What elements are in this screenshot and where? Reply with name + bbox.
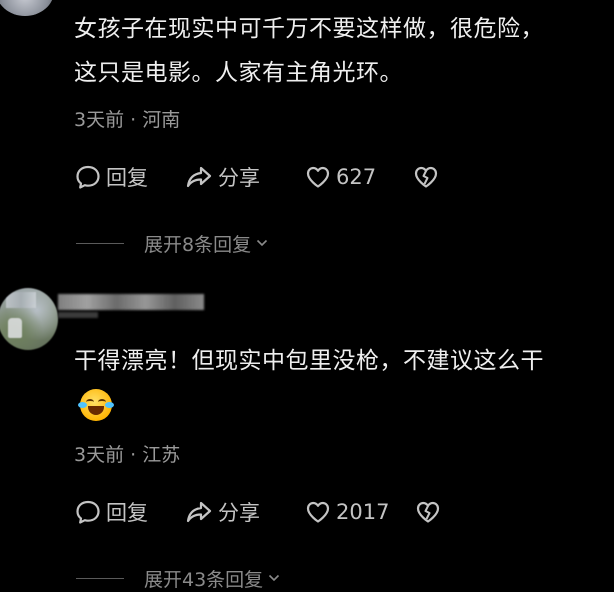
- avatar[interactable]: [0, 0, 54, 16]
- emoji-tear: [105, 402, 114, 408]
- dislike-button[interactable]: [414, 498, 446, 526]
- broken-heart-icon: [416, 501, 440, 523]
- expand-label: 展开43条回复: [144, 568, 264, 591]
- speech-bubble-icon: [76, 165, 100, 189]
- comment-text-line: 这只是电影。人家有主角光环。: [74, 60, 403, 86]
- comment-text-line: 干得漂亮！但现实中包里没枪，不建议这么干: [74, 348, 544, 374]
- emoji-mouth: [88, 406, 104, 415]
- heart-icon: [306, 166, 330, 188]
- comment-actions: 回复 分享 2017: [74, 495, 446, 529]
- avatar-image-detail: [6, 292, 36, 308]
- expand-replies-button[interactable]: 展开8条回复: [76, 230, 269, 256]
- speech-bubble-icon: [76, 500, 100, 524]
- reply-button[interactable]: 回复: [74, 162, 160, 192]
- heart-icon: [306, 501, 330, 523]
- expand-divider: [76, 577, 124, 579]
- share-button[interactable]: 分享: [184, 497, 280, 527]
- like-count: 627: [336, 165, 377, 189]
- reply-button[interactable]: 回复: [74, 497, 160, 527]
- username-redacted: [58, 312, 98, 318]
- laughing-emoji-icon: [78, 389, 114, 421]
- like-button[interactable]: 2017: [304, 498, 396, 526]
- emoji-eye: [86, 399, 94, 405]
- share-arrow-icon: [186, 501, 212, 523]
- share-arrow-icon: [186, 166, 212, 188]
- comment-meta: 3天前 · 河南: [74, 109, 181, 131]
- reply-label: 回复: [106, 501, 148, 525]
- broken-heart-icon: [414, 166, 438, 188]
- expand-replies-button[interactable]: 展开43条回复: [76, 565, 281, 591]
- reply-label: 回复: [106, 166, 148, 190]
- like-button[interactable]: 627: [304, 163, 384, 191]
- emoji-tear: [78, 402, 87, 408]
- dislike-button[interactable]: [412, 163, 444, 191]
- comment-meta: 3天前 · 江苏: [74, 444, 181, 466]
- username-redacted[interactable]: [58, 294, 204, 310]
- share-label: 分享: [218, 166, 260, 190]
- expand-label: 展开8条回复: [144, 233, 252, 256]
- comment-text-line: 女孩子在现实中可千万不要这样做，很危险，: [74, 16, 544, 42]
- share-button[interactable]: 分享: [184, 162, 280, 192]
- avatar-image-detail: [8, 318, 22, 338]
- chevron-down-icon: [269, 574, 280, 582]
- chevron-down-icon: [257, 239, 268, 247]
- avatar[interactable]: [0, 288, 58, 350]
- expand-divider: [76, 242, 124, 244]
- comment-actions: 回复 分享 627: [74, 160, 444, 194]
- share-label: 分享: [218, 501, 260, 525]
- like-count: 2017: [336, 500, 390, 524]
